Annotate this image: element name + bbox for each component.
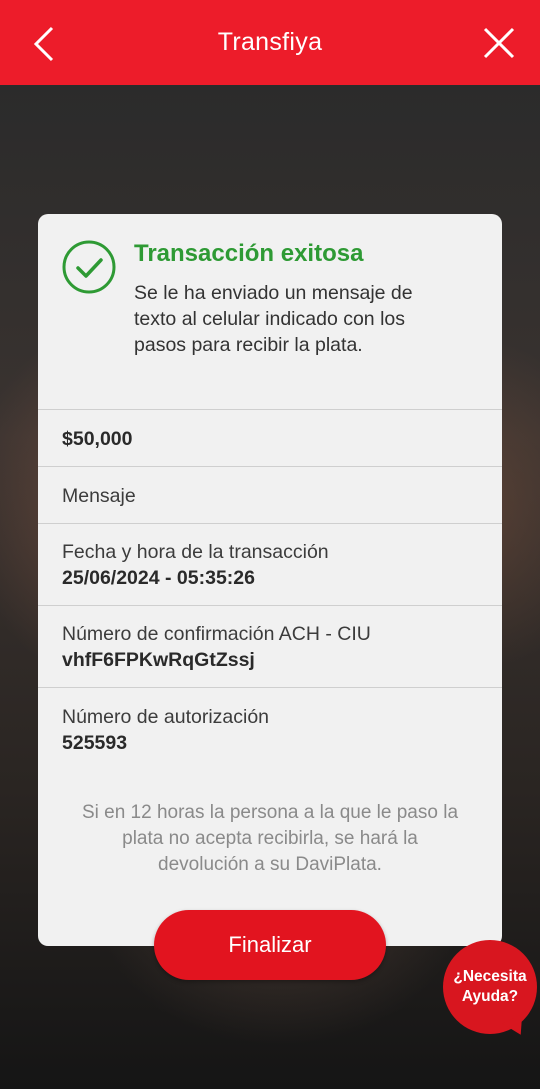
message-row: Mensaje [38,466,502,524]
help-button[interactable]: ¿Necesita Ayuda? [443,940,537,1034]
datetime-label: Fecha y hora de la transacción [62,541,329,563]
status-message: Se le ha enviado un mensaje de texto al … [134,282,413,356]
ach-label: Número de confirmación ACH - CIU [62,623,371,645]
app-header: Transfiya [0,0,540,85]
ach-value: vhfF6FPKwRqGtZssj [62,649,255,671]
check-circle-icon [62,240,116,294]
datetime-value: 25/06/2024 - 05:35:26 [62,567,255,589]
authorization-value: 525593 [62,732,128,754]
close-icon [483,27,515,59]
message-label: Mensaje [62,485,136,507]
refund-note: Si en 12 horas la persona a la que le pa… [81,802,459,875]
help-label: ¿Necesita Ayuda? [453,968,527,1005]
status-section: Transacción exitosa Se le ha enviado un … [38,214,502,410]
amount-value: $50,000 [62,428,133,450]
close-button[interactable] [482,26,516,60]
datetime-row: Fecha y hora de la transacción 25/06/202… [38,523,502,606]
authorization-label: Número de autorización [62,706,270,728]
finish-button[interactable]: Finalizar [154,910,386,980]
page-title: Transfiya [217,28,323,56]
transaction-card: Transacción exitosa Se le ha enviado un … [38,214,502,946]
chevron-left-icon [33,26,54,62]
amount-row: $50,000 [38,409,502,467]
authorization-row: Número de autorización 525593 [38,687,502,777]
status-title: Transacción exitosa [134,240,364,267]
ach-row: Número de confirmación ACH - CIU vhfF6FP… [38,605,502,688]
back-button[interactable] [26,24,62,64]
